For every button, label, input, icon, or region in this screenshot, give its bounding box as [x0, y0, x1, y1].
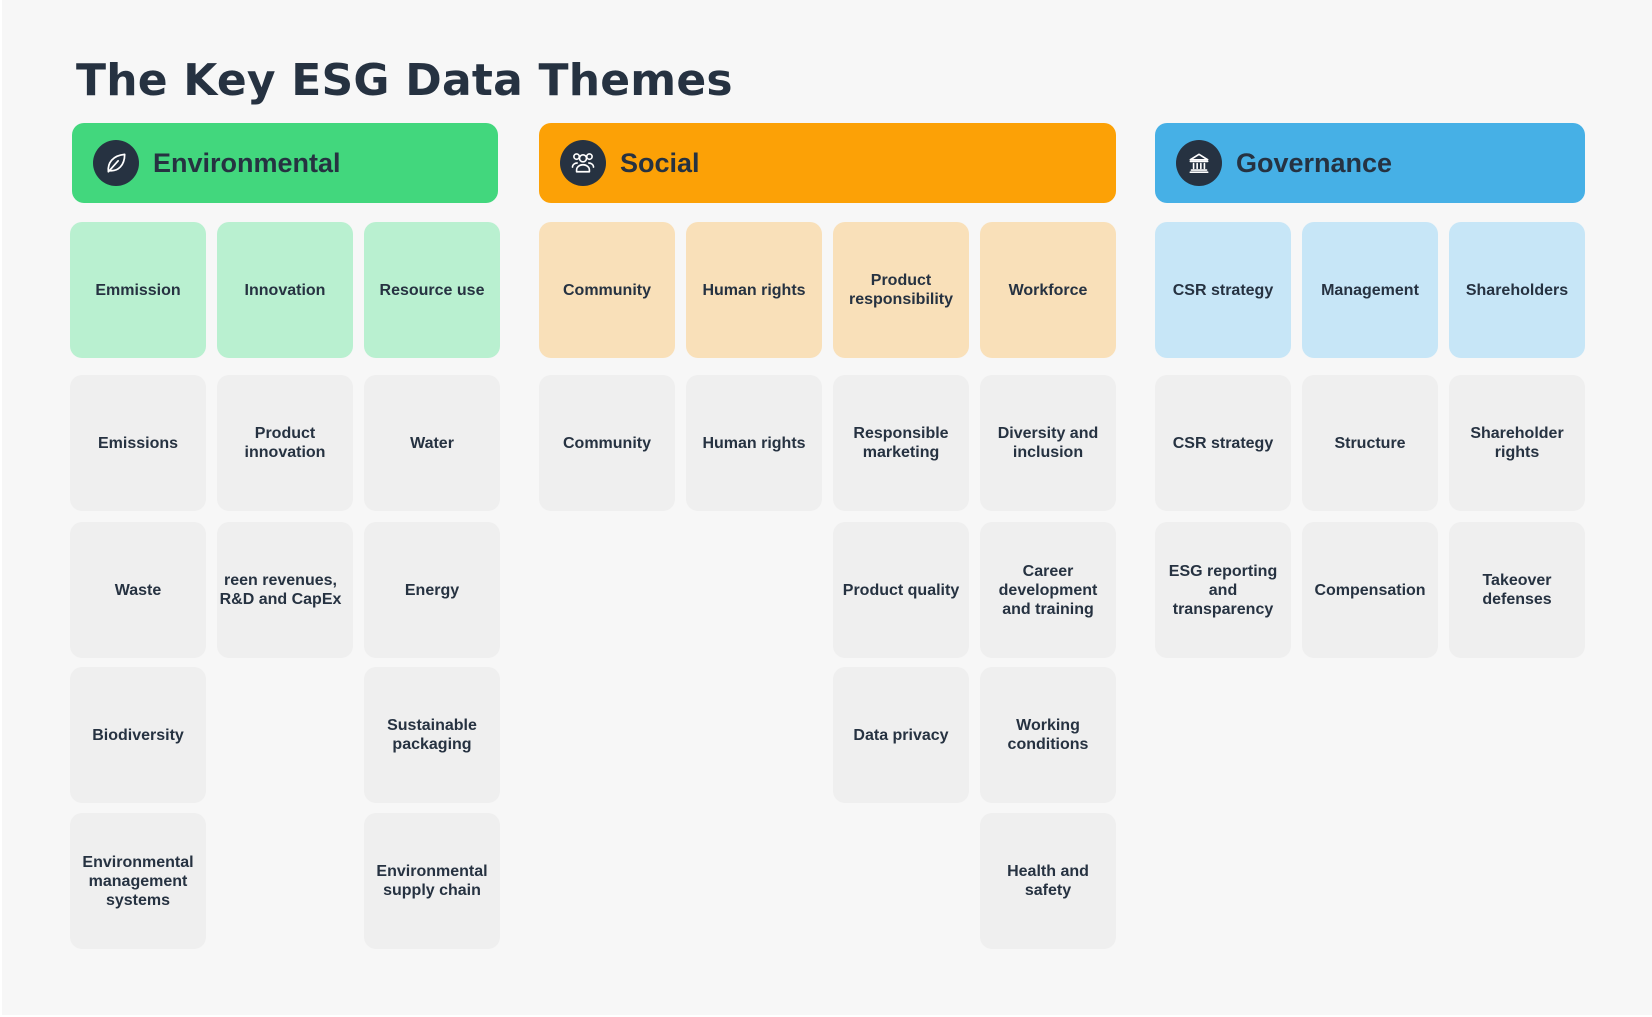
category-label: Community — [563, 281, 651, 299]
theme-card: CSR strategy — [1155, 375, 1291, 511]
theme-card: Working conditions — [980, 667, 1116, 803]
theme-label: reen revenues, R&D and CapEx — [219, 572, 342, 608]
theme-card: Product quality — [833, 522, 969, 658]
theme-label: Takeover defenses — [1482, 572, 1552, 608]
pillar-title: Social — [620, 147, 700, 178]
category-label: Human rights — [702, 281, 806, 299]
theme-card: Health and safety — [980, 813, 1116, 949]
theme-card: Takeover defenses — [1449, 522, 1585, 658]
theme-label: Shareholder rights — [1470, 425, 1564, 461]
pillar-header-governance: Governance — [1155, 123, 1585, 203]
theme-label: Responsible marketing — [853, 425, 949, 461]
left-edge-strip — [0, 0, 2, 1017]
theme-label: Community — [563, 434, 651, 452]
theme-card: Compensation — [1302, 522, 1438, 658]
category-label: Product responsibility — [848, 272, 954, 308]
category-card: Management — [1302, 222, 1438, 358]
theme-label: Data privacy — [853, 726, 949, 744]
category-label: Management — [1321, 281, 1419, 299]
theme-card: Product innovation — [217, 375, 353, 511]
pillar-title: Environmental — [153, 147, 341, 178]
theme-label: Sustainable packaging — [387, 717, 477, 753]
theme-card: Diversity and inclusion — [980, 375, 1116, 511]
theme-label: Environmental management systems — [82, 853, 194, 909]
pillar-title: Governance — [1236, 147, 1393, 178]
category-card: Human rights — [686, 222, 822, 358]
leaf-icon — [93, 140, 139, 186]
theme-label: Biodiversity — [92, 726, 184, 744]
theme-label: Product innovation — [244, 425, 326, 461]
category-label: Shareholders — [1465, 281, 1569, 299]
theme-card: ESG reporting and transparency — [1155, 522, 1291, 658]
category-card: Shareholders — [1449, 222, 1585, 358]
theme-card: Human rights — [686, 375, 822, 511]
theme-card: Water — [364, 375, 500, 511]
theme-card: Career development and training — [980, 522, 1116, 658]
theme-card: Sustainable packaging — [364, 667, 500, 803]
category-card: Innovation — [217, 222, 353, 358]
institution-building-icon — [1176, 140, 1222, 186]
category-card: Community — [539, 222, 675, 358]
theme-label: Water — [410, 434, 454, 452]
theme-card: Environmental supply chain — [364, 813, 500, 949]
category-card: Product responsibility — [833, 222, 969, 358]
theme-card: Emissions — [70, 375, 206, 511]
theme-label: Product quality — [842, 581, 960, 599]
pillar-header-environmental: Environmental — [72, 123, 498, 203]
theme-card: Energy — [364, 522, 500, 658]
theme-label: Diversity and inclusion — [997, 425, 1099, 461]
theme-card: Waste — [70, 522, 206, 658]
theme-card: Data privacy — [833, 667, 969, 803]
category-label: Emmission — [95, 281, 181, 299]
theme-label: Structure — [1334, 434, 1406, 452]
theme-label: Emissions — [97, 434, 179, 452]
theme-label: ESG reporting and transparency — [1168, 562, 1278, 618]
theme-label: Health and safety — [1007, 863, 1089, 899]
theme-card: Responsible marketing — [833, 375, 969, 511]
theme-card: reen revenues, R&D and CapEx — [217, 522, 353, 658]
theme-label: Compensation — [1314, 581, 1426, 599]
category-card: Emmission — [70, 222, 206, 358]
theme-label: Environmental supply chain — [376, 863, 488, 899]
theme-label: Energy — [404, 581, 460, 599]
theme-card: Structure — [1302, 375, 1438, 511]
theme-label: Career development and training — [998, 562, 1098, 618]
category-label: Innovation — [244, 281, 326, 299]
page-title: The Key ESG Data Themes — [76, 55, 733, 106]
category-card: Workforce — [980, 222, 1116, 358]
theme-label: Working conditions — [1007, 717, 1089, 753]
theme-label: Waste — [114, 581, 162, 599]
pillar-header-social: Social — [539, 123, 1116, 203]
theme-label: Human rights — [702, 434, 806, 452]
category-label: Resource use — [379, 281, 485, 299]
theme-card: Biodiversity — [70, 667, 206, 803]
category-card: CSR strategy — [1155, 222, 1291, 358]
people-group-icon — [560, 140, 606, 186]
theme-card: Community — [539, 375, 675, 511]
theme-card: Environmental management systems — [70, 813, 206, 949]
theme-card: Shareholder rights — [1449, 375, 1585, 511]
category-card: Resource use — [364, 222, 500, 358]
category-label: CSR strategy — [1172, 281, 1274, 299]
theme-label: CSR strategy — [1172, 434, 1274, 452]
category-label: Workforce — [1008, 281, 1088, 299]
